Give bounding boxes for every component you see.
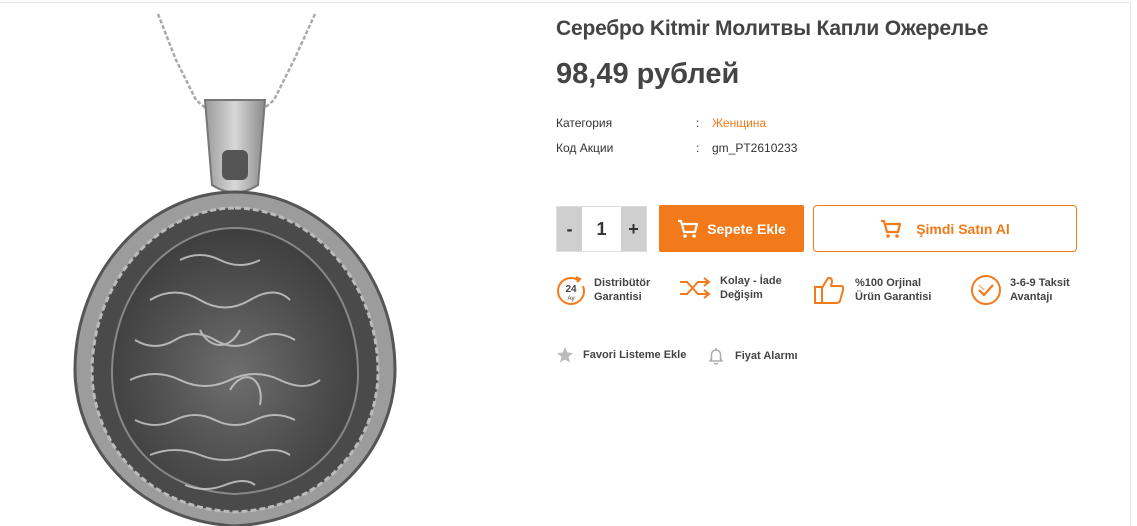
feature-installment: 3-6-9 Taksit Avantajı	[970, 274, 1070, 306]
add-to-cart-label: Sepete Ekle	[707, 220, 786, 237]
check-badge-icon	[971, 275, 1001, 305]
quantity-stepper: - 1 +	[556, 206, 647, 252]
feature-line: Değişim	[720, 289, 763, 301]
feature-line: Garantisi	[594, 291, 642, 303]
quantity-input[interactable]: 1	[582, 207, 621, 251]
product-image[interactable]	[0, 0, 540, 526]
quantity-decrease-button[interactable]: -	[557, 207, 582, 251]
feature-line: Kolay - İade	[720, 275, 782, 287]
feature-line: Distribütör	[594, 277, 651, 289]
price-alarm-label: Fiyat Alarmı	[735, 350, 798, 362]
feature-line: Ürün Garantisi	[855, 291, 932, 303]
star-icon	[557, 347, 573, 363]
24-month-badge-icon: 24 Ay	[557, 276, 585, 305]
price-alarm-button[interactable]: Fiyat Alarmı	[706, 346, 798, 366]
cart-icon	[678, 219, 699, 238]
feature-distributor-warranty: 24 Ay Distribütör Garantisi	[556, 274, 650, 306]
quantity-increase-button[interactable]: +	[621, 207, 646, 251]
feature-line: Avantajı	[1010, 291, 1053, 303]
add-to-favorites-button[interactable]: Favori Listeme Ekle	[556, 346, 686, 364]
add-to-cart-button[interactable]: Sepete Ekle	[659, 205, 804, 252]
thumbs-up-icon	[814, 276, 845, 304]
favorites-label: Favori Listeme Ekle	[583, 349, 687, 361]
meta-separator: :	[696, 141, 700, 155]
meta-label: Категория	[556, 116, 613, 130]
meta-label: Код Акции	[556, 141, 614, 155]
product-price: 98,49 рублей	[556, 58, 740, 90]
buy-now-button[interactable]: Şimdi Satın Al	[813, 205, 1077, 252]
shuffle-return-icon	[680, 277, 711, 299]
meta-separator: :	[696, 116, 700, 130]
badge-months: 24	[565, 284, 577, 295]
badge-unit: Ay	[568, 296, 575, 302]
category-link[interactable]: Женщина	[712, 116, 766, 130]
feature-line: %100 Orjinal	[855, 277, 922, 289]
product-title: Серебро Kitmir Молитвы Капли Ожерелье	[556, 17, 989, 40]
product-code: gm_PT2610233	[712, 141, 798, 155]
feature-line: 3-6-9 Taksit	[1010, 277, 1070, 289]
cart-icon	[881, 219, 902, 238]
feature-original-product: %100 Orjinal Ürün Garantisi	[813, 274, 931, 306]
feature-easy-return: Kolay - İade Değişim	[678, 274, 782, 302]
bell-icon	[709, 348, 723, 365]
buy-now-label: Şimdi Satın Al	[916, 220, 1010, 237]
